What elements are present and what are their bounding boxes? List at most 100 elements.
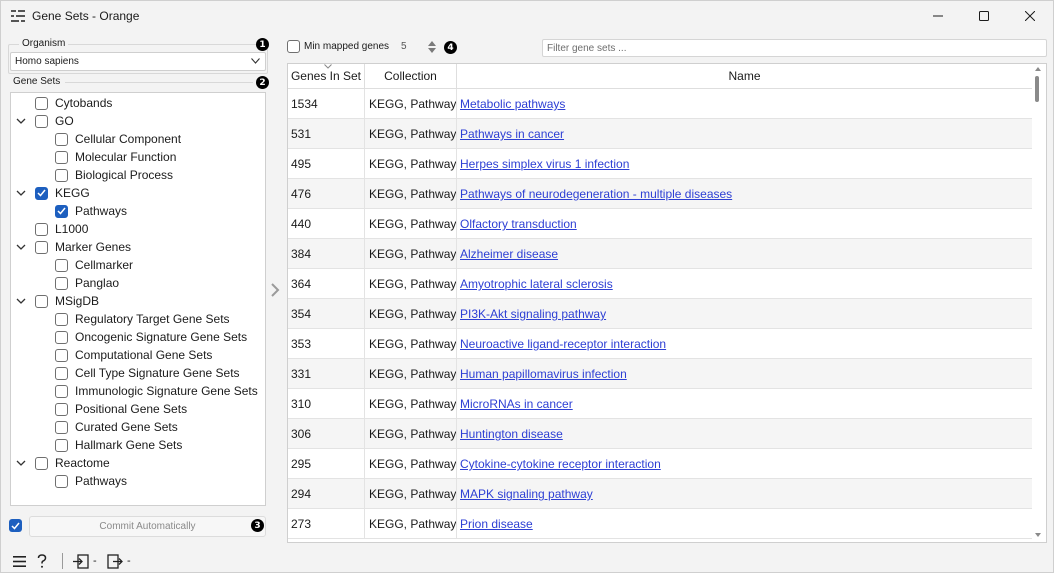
- min-mapped-genes-value[interactable]: 5: [401, 41, 407, 52]
- tree-item[interactable]: Positional Gene Sets: [55, 400, 187, 418]
- tree-item[interactable]: Curated Gene Sets: [55, 418, 178, 436]
- tree-item-checkbox[interactable]: [55, 420, 68, 434]
- scroll-up-icon[interactable]: [1034, 66, 1042, 72]
- gene-set-link[interactable]: Neuroactive ligand-receptor interaction: [460, 337, 666, 351]
- tree-item-checkbox[interactable]: [55, 384, 68, 398]
- tree-item-checkbox[interactable]: [55, 366, 68, 380]
- tree-item-checkbox[interactable]: [35, 456, 48, 470]
- table-row[interactable]: 306 KEGG, Pathways Huntington disease: [288, 419, 1032, 449]
- tree-item-checkbox[interactable]: [55, 402, 68, 416]
- tree-item[interactable]: Cytobands: [35, 94, 112, 112]
- tree-item[interactable]: KEGG: [35, 184, 90, 202]
- tree-item-checkbox[interactable]: [55, 438, 68, 452]
- tree-expand-chevron-icon[interactable]: [16, 242, 26, 252]
- table-row[interactable]: 440 KEGG, Pathways Olfactory transduction: [288, 209, 1032, 239]
- tree-item[interactable]: Immunologic Signature Gene Sets: [55, 382, 258, 400]
- gene-set-link[interactable]: Human papillomavirus infection: [460, 367, 627, 381]
- gene-set-link[interactable]: Pathways of neurodegeneration - multiple…: [460, 187, 732, 201]
- gene-set-link[interactable]: Cytokine-cytokine receptor interaction: [460, 457, 661, 471]
- tree-expand-chevron-icon[interactable]: [16, 188, 26, 198]
- maximize-button[interactable]: [961, 1, 1007, 31]
- tree-item[interactable]: Oncogenic Signature Gene Sets: [55, 328, 247, 346]
- table-row[interactable]: 310 KEGG, Pathways MicroRNAs in cancer: [288, 389, 1032, 419]
- table-row[interactable]: 531 KEGG, Pathways Pathways in cancer: [288, 119, 1032, 149]
- gene-set-link[interactable]: MicroRNAs in cancer: [460, 397, 573, 411]
- tree-item-checkbox[interactable]: [55, 258, 68, 272]
- tree-item-checkbox[interactable]: [55, 276, 68, 290]
- table-row[interactable]: 384 KEGG, Pathways Alzheimer disease: [288, 239, 1032, 269]
- minimize-button[interactable]: [915, 1, 961, 31]
- gene-set-link[interactable]: Prion disease: [460, 517, 533, 531]
- tree-item[interactable]: Computational Gene Sets: [55, 346, 212, 364]
- tree-item-checkbox[interactable]: [55, 168, 68, 182]
- table-row[interactable]: 295 KEGG, Pathways Cytokine-cytokine recep…: [288, 449, 1032, 479]
- tree-item-checkbox[interactable]: [35, 240, 48, 254]
- gene-set-link[interactable]: Amyotrophic lateral sclerosis: [460, 277, 613, 291]
- scroll-down-icon[interactable]: [1034, 532, 1042, 538]
- min-mapped-genes-checkbox[interactable]: [287, 40, 300, 53]
- tree-item-checkbox[interactable]: [35, 114, 48, 128]
- tree-item[interactable]: Panglao: [55, 274, 119, 292]
- table-row[interactable]: 353 KEGG, Pathways Neuroactive ligand-rece…: [288, 329, 1032, 359]
- tree-item[interactable]: Hallmark Gene Sets: [55, 436, 182, 454]
- menu-button[interactable]: [13, 553, 26, 569]
- column-header-genes[interactable]: Genes In Set: [288, 64, 365, 89]
- chevron-right-icon[interactable]: [270, 283, 280, 297]
- gene-set-link[interactable]: Huntington disease: [460, 427, 563, 441]
- tree-item-checkbox[interactable]: [35, 222, 48, 236]
- gene-set-link[interactable]: MAPK signaling pathway: [460, 487, 593, 501]
- organism-select[interactable]: Homo sapiens: [10, 52, 266, 71]
- tree-item[interactable]: Reactome: [35, 454, 110, 472]
- help-button[interactable]: [37, 553, 47, 569]
- tree-item[interactable]: Pathways: [55, 202, 127, 220]
- tree-expand-chevron-icon[interactable]: [16, 296, 26, 306]
- column-header-collection[interactable]: Collection: [365, 64, 457, 89]
- spin-arrows-icon[interactable]: [426, 39, 438, 55]
- close-button[interactable]: [1007, 1, 1053, 31]
- table-row[interactable]: 354 KEGG, Pathways PI3K-Akt signaling path…: [288, 299, 1032, 329]
- column-header-name[interactable]: Name: [457, 64, 1032, 89]
- tree-item[interactable]: GO: [35, 112, 74, 130]
- gene-set-link[interactable]: Alzheimer disease: [460, 247, 558, 261]
- table-row[interactable]: 331 KEGG, Pathways Human papillomavirus in…: [288, 359, 1032, 389]
- tree-item-checkbox[interactable]: [55, 132, 68, 146]
- table-row[interactable]: 364 KEGG, Pathways Amyotrophic lateral scl…: [288, 269, 1032, 299]
- commit-auto-checkbox[interactable]: [9, 519, 22, 532]
- tree-item-checkbox[interactable]: [55, 348, 68, 362]
- gene-set-link[interactable]: PI3K-Akt signaling pathway: [460, 307, 606, 321]
- tree-item-checkbox[interactable]: [55, 204, 68, 218]
- tree-item[interactable]: MSigDB: [35, 292, 99, 310]
- commit-button[interactable]: Commit Automatically: [29, 516, 266, 537]
- tree-item[interactable]: Cell Type Signature Gene Sets: [55, 364, 240, 382]
- gene-set-link[interactable]: Herpes simplex virus 1 infection: [460, 157, 629, 171]
- tree-item-checkbox[interactable]: [35, 96, 48, 110]
- table-row[interactable]: 273 KEGG, Pathways Prion disease: [288, 509, 1032, 539]
- tree-item[interactable]: Regulatory Target Gene Sets: [55, 310, 230, 328]
- tree-item[interactable]: Cellmarker: [55, 256, 133, 274]
- tree-item[interactable]: Marker Genes: [35, 238, 131, 256]
- table-row[interactable]: 476 KEGG, Pathways Pathways of neurodegene…: [288, 179, 1032, 209]
- tree-item[interactable]: L1000: [35, 220, 88, 238]
- tree-item[interactable]: Molecular Function: [55, 148, 176, 166]
- input-signal-status[interactable]: -: [73, 553, 97, 569]
- filter-gene-sets-input[interactable]: [542, 39, 1047, 57]
- tree-item-checkbox[interactable]: [55, 312, 68, 326]
- gene-set-link[interactable]: Metabolic pathways: [460, 97, 565, 111]
- table-row[interactable]: 495 KEGG, Pathways Herpes simplex virus 1 …: [288, 149, 1032, 179]
- tree-item-checkbox[interactable]: [35, 186, 48, 200]
- tree-item[interactable]: Pathways: [55, 472, 127, 490]
- table-row[interactable]: 1534 KEGG, Pathways Metabolic pathways: [288, 89, 1032, 119]
- table-row[interactable]: 294 KEGG, Pathways MAPK signaling pathway: [288, 479, 1032, 509]
- tree-expand-chevron-icon[interactable]: [16, 458, 26, 468]
- tree-item-checkbox[interactable]: [55, 330, 68, 344]
- gene-set-link[interactable]: Pathways in cancer: [460, 127, 564, 141]
- tree-item-checkbox[interactable]: [55, 150, 68, 164]
- tree-expand-chevron-icon[interactable]: [16, 116, 26, 126]
- tree-item[interactable]: Cellular Component: [55, 130, 181, 148]
- output-signal-status[interactable]: -: [107, 553, 131, 569]
- tree-item[interactable]: Biological Process: [55, 166, 173, 184]
- tree-item-checkbox[interactable]: [35, 294, 48, 308]
- vertical-scrollbar-thumb[interactable]: [1035, 76, 1039, 102]
- gene-set-link[interactable]: Olfactory transduction: [460, 217, 577, 231]
- tree-item-checkbox[interactable]: [55, 474, 68, 488]
